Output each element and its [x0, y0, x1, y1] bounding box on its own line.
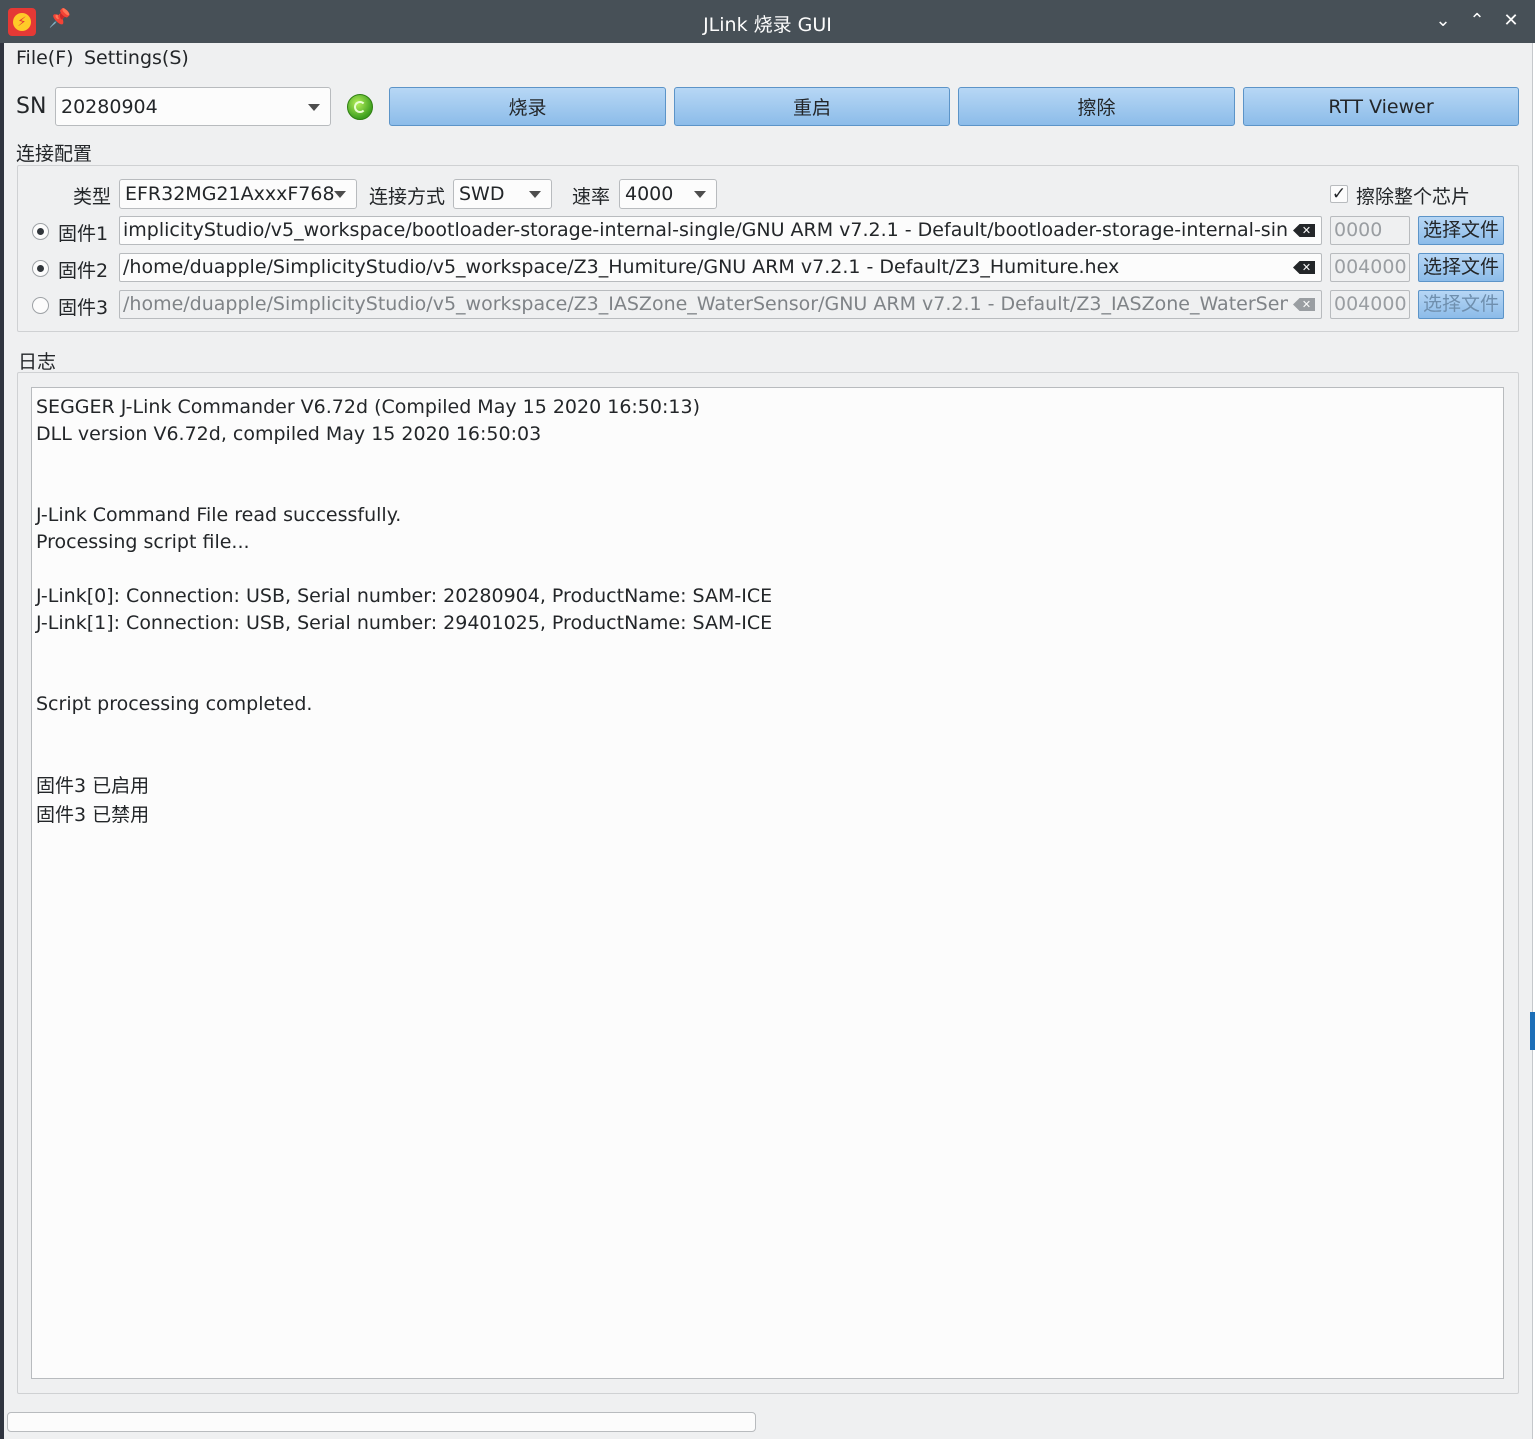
speed-select[interactable]: 4000 [619, 179, 717, 209]
erase-button[interactable]: 擦除 [958, 87, 1235, 126]
sn-value: 20280904 [61, 95, 158, 118]
chevron-down-icon [694, 191, 706, 198]
close-icon[interactable]: ✕ [1498, 8, 1524, 34]
log-text-area[interactable]: SEGGER J-Link Commander V6.72d (Compiled… [31, 387, 1504, 1379]
mode-select[interactable]: SWD [453, 179, 552, 209]
sn-label: SN [16, 94, 47, 119]
clear-text-icon[interactable]: ✕ [1293, 261, 1315, 274]
menu-bar: File(F) Settings(S) [4, 43, 1533, 75]
log-line: J-Link[1]: Connection: USB, Serial numbe… [36, 612, 773, 634]
type-label: 类型 [73, 186, 112, 208]
firmware3-path-input[interactable]: /home/duapple/SimplicityStudio/v5_worksp… [119, 290, 1322, 319]
speed-label: 速率 [572, 186, 611, 208]
window-edge-strip [1530, 1012, 1535, 1050]
status-bar-field [7, 1412, 756, 1432]
log-line: DLL version V6.72d, compiled May 15 2020… [36, 423, 542, 445]
chevron-up-icon[interactable]: ⌃ [1464, 8, 1490, 34]
log-section-label: 日志 [18, 351, 57, 373]
chevron-down-icon [334, 191, 346, 198]
firmware1-path-input[interactable]: implicityStudio/v5_workspace/bootloader-… [119, 216, 1322, 245]
chevron-down-icon [529, 191, 541, 198]
firmware1-label: 固件1 [58, 223, 109, 245]
firmware1-radio[interactable] [32, 223, 49, 240]
firmware2-path-input[interactable]: /home/duapple/SimplicityStudio/v5_worksp… [119, 253, 1322, 282]
log-line: Processing script file... [36, 531, 250, 553]
restart-button[interactable]: 重启 [674, 87, 950, 126]
log-line: SEGGER J-Link Commander V6.72d (Compiled… [36, 396, 700, 418]
firmware3-path-text: /home/duapple/SimplicityStudio/v5_worksp… [123, 293, 1288, 315]
firmware3-label: 固件3 [58, 297, 109, 319]
firmware3-radio[interactable] [32, 297, 49, 314]
firmware1-path-text: implicityStudio/v5_workspace/bootloader-… [123, 219, 1288, 241]
clear-text-icon[interactable]: ✕ [1293, 298, 1315, 311]
title-bar[interactable]: ⚡ 📌 JLink 烧录 GUI ⌄ ⌃ ✕ [0, 0, 1535, 43]
speed-value: 4000 [625, 183, 674, 205]
firmware1-choose-file-button[interactable]: 选择文件 [1418, 216, 1504, 245]
window-title: JLink 烧录 GUI [703, 14, 832, 36]
log-line: J-Link[0]: Connection: USB, Serial numbe… [36, 585, 773, 607]
firmware2-choose-file-button[interactable]: 选择文件 [1418, 253, 1504, 282]
mode-value: SWD [459, 183, 505, 205]
firmware2-path-text: /home/duapple/SimplicityStudio/v5_worksp… [123, 256, 1120, 278]
log-line: Script processing completed. [36, 693, 313, 715]
erase-chip-checkbox[interactable]: ✓ [1330, 185, 1348, 203]
firmware2-label: 固件2 [58, 260, 109, 282]
type-select[interactable]: EFR32MG21AxxxF768 [119, 179, 357, 209]
clear-text-icon[interactable]: ✕ [1293, 224, 1315, 237]
menu-file[interactable]: File(F) [16, 47, 74, 69]
firmware1-address-input[interactable]: 0000 [1330, 216, 1410, 245]
rtt-viewer-button[interactable]: RTT Viewer [1243, 87, 1519, 126]
type-value: EFR32MG21AxxxF768 [125, 183, 335, 205]
log-line: J-Link Command File read successfully. [36, 504, 402, 526]
chevron-down-icon[interactable]: ⌄ [1430, 8, 1456, 34]
chevron-down-icon [308, 103, 320, 111]
log-line: 固件3 已启用 [36, 775, 150, 797]
firmware3-choose-file-button[interactable]: 选择文件 [1418, 290, 1504, 319]
main-window: ⚡ 📌 JLink 烧录 GUI ⌄ ⌃ ✕ File(F) Settings(… [0, 0, 1535, 1439]
firmware3-address-input[interactable]: 004000 [1330, 290, 1410, 319]
log-line: 固件3 已禁用 [36, 804, 150, 826]
refresh-icon[interactable] [347, 94, 373, 120]
menu-settings[interactable]: Settings(S) [84, 47, 189, 69]
firmware2-radio[interactable] [32, 260, 49, 277]
mode-label: 连接方式 [369, 186, 446, 208]
burn-button[interactable]: 烧录 [389, 87, 666, 126]
firmware2-address-input[interactable]: 004000 [1330, 253, 1410, 282]
sn-select[interactable]: 20280904 [55, 87, 331, 126]
erase-chip-label: 擦除整个芯片 [1356, 186, 1471, 208]
connection-section-label: 连接配置 [16, 143, 93, 165]
connection-group: 类型 EFR32MG21AxxxF768 连接方式 SWD 速率 4000 ✓ … [17, 165, 1519, 332]
